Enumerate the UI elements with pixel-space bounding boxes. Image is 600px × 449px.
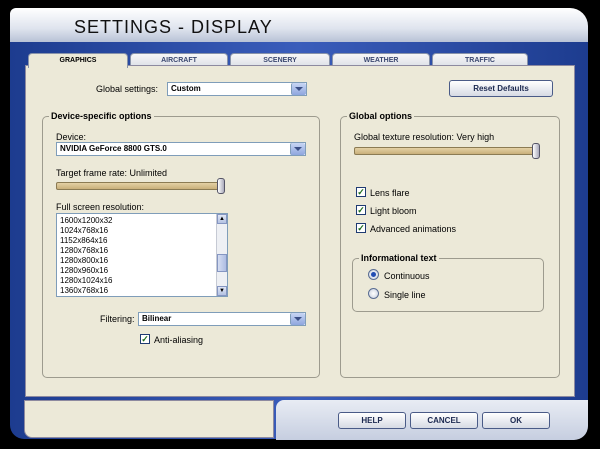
chevron-down-icon[interactable] — [290, 143, 305, 155]
global-settings-dropdown[interactable]: Custom — [167, 82, 307, 96]
lens-flare-checkbox[interactable]: ✓ — [356, 187, 366, 197]
informational-text-group: Informational text — [352, 253, 544, 312]
device-dropdown[interactable]: NVIDIA GeForce 8800 GTS.0 — [56, 142, 306, 156]
list-item[interactable]: 1360x768x16 — [60, 286, 108, 295]
status-area — [24, 400, 274, 438]
texture-slider-track[interactable] — [354, 147, 538, 155]
device-value: NVIDIA GeForce 8800 GTS.0 — [60, 144, 167, 153]
filtering-value: Bilinear — [142, 314, 172, 323]
filtering-dropdown[interactable]: Bilinear — [138, 312, 306, 326]
reset-defaults-button[interactable]: Reset Defaults — [449, 80, 553, 97]
advanced-animations-label: Advanced animations — [370, 224, 457, 234]
cancel-button[interactable]: CANCEL — [410, 412, 478, 429]
light-bloom-checkbox[interactable]: ✓ — [356, 205, 366, 215]
list-item[interactable]: 1280x960x16 — [60, 266, 108, 275]
light-bloom-label: Light bloom — [370, 206, 417, 216]
informational-text-title: Informational text — [359, 253, 439, 263]
global-options-group: Global options — [340, 111, 560, 378]
tab-graphics[interactable]: GRAPHICS — [28, 53, 128, 68]
texture-label: Global texture resolution: Very high — [354, 132, 495, 142]
anti-aliasing-checkbox[interactable]: ✓ — [140, 334, 150, 344]
settings-window: SETTINGS - DISPLAY GRAPHICS AIRCRAFT SCE… — [0, 0, 600, 449]
global-options-title: Global options — [347, 111, 414, 121]
filtering-label: Filtering: — [100, 314, 135, 324]
frame-rate-slider-track[interactable] — [56, 182, 224, 190]
list-item[interactable]: 1280x768x16 — [60, 246, 108, 255]
scroll-thumb[interactable] — [217, 254, 227, 272]
list-item[interactable]: 1024x768x16 — [60, 226, 108, 235]
frame-rate-label: Target frame rate: Unlimited — [56, 168, 168, 178]
window-title: SETTINGS - DISPLAY — [74, 17, 273, 37]
single-line-label: Single line — [384, 290, 426, 300]
lens-flare-label: Lens flare — [370, 188, 410, 198]
advanced-animations-checkbox[interactable]: ✓ — [356, 223, 366, 233]
global-settings-value: Custom — [171, 84, 201, 93]
device-label: Device: — [56, 132, 87, 142]
scroll-up-icon[interactable]: ▲ — [217, 214, 227, 224]
texture-slider-thumb[interactable] — [532, 143, 540, 159]
chevron-down-icon[interactable] — [291, 83, 306, 95]
resolution-list[interactable]: 1600x1200x32 1024x768x16 1152x864x16 128… — [56, 213, 228, 297]
resolution-scrollbar[interactable]: ▲ ▼ — [216, 214, 227, 296]
help-button[interactable]: HELP — [338, 412, 406, 429]
list-item[interactable]: 1600x1200x32 — [60, 216, 113, 225]
device-options-title: Device-specific options — [49, 111, 154, 121]
list-item[interactable]: 1152x864x16 — [60, 236, 107, 245]
continuous-label: Continuous — [384, 271, 430, 281]
single-line-radio[interactable] — [368, 288, 379, 299]
scroll-down-icon[interactable]: ▼ — [217, 286, 227, 296]
list-item[interactable]: 1280x1024x16 — [60, 276, 113, 285]
resolution-label: Full screen resolution: — [56, 202, 145, 212]
anti-aliasing-label: Anti-aliasing — [154, 335, 204, 345]
chevron-down-icon[interactable] — [290, 313, 305, 325]
frame-rate-slider-thumb[interactable] — [217, 178, 225, 194]
global-settings-label: Global settings: — [96, 84, 159, 94]
ok-button[interactable]: OK — [482, 412, 550, 429]
continuous-radio[interactable] — [368, 269, 379, 280]
list-item[interactable]: 1280x800x16 — [60, 256, 108, 265]
